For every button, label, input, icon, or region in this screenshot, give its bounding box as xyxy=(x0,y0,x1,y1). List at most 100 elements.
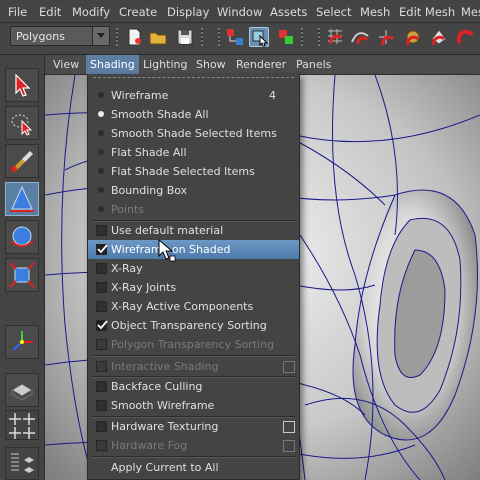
menu-item-smooth-wireframe[interactable]: Smooth Wireframe xyxy=(88,396,299,415)
snap-curve-icon[interactable] xyxy=(350,27,370,47)
checkmark-icon xyxy=(97,320,108,330)
panel-menu-shading[interactable]: Shading xyxy=(86,55,139,74)
menu-item-label: Hardware Texturing xyxy=(111,420,219,433)
menu-item-use-default-material[interactable]: Use default material xyxy=(88,221,299,240)
menu-modify[interactable]: Modify xyxy=(72,5,110,19)
menu-item-label: Flat Shade All xyxy=(111,146,187,159)
select-hierarchy-icon[interactable] xyxy=(225,27,245,47)
paint-select-tool-button[interactable] xyxy=(5,144,39,178)
status-line-toolbar: Polygons xyxy=(0,23,480,55)
select-object-icon[interactable] xyxy=(249,27,269,47)
radio-indicator xyxy=(98,206,104,212)
menu-item-interactive-shading: Interactive Shading xyxy=(88,357,299,376)
move-cone-icon xyxy=(10,185,34,212)
snap-grid-icon[interactable] xyxy=(325,27,345,47)
menu-item-flat-shade-all[interactable]: Flat Shade All xyxy=(88,143,299,162)
mouse-pointer-icon xyxy=(158,239,176,262)
open-scene-icon[interactable] xyxy=(148,27,168,47)
rotate-tool-button[interactable] xyxy=(5,220,39,254)
move-tool-button[interactable] xyxy=(5,182,39,216)
menu-item-label: Hardware Fog xyxy=(111,439,188,452)
menu-set-value: Polygons xyxy=(16,30,65,43)
menu-item-apply-current-to-all[interactable]: Apply Current to All xyxy=(88,458,299,477)
menu-item-flat-shade-selected[interactable]: Flat Shade Selected Items xyxy=(88,162,299,181)
menu-item-object-transparency-sorting[interactable]: Object Transparency Sorting xyxy=(88,316,299,335)
save-scene-icon[interactable] xyxy=(175,27,195,47)
menu-item-label: Backface Culling xyxy=(111,380,203,393)
menu-create[interactable]: Create xyxy=(119,5,157,19)
checkbox-unchecked xyxy=(96,381,107,392)
checkbox-disabled xyxy=(96,440,107,451)
radio-indicator xyxy=(98,130,104,136)
menu-display[interactable]: Display xyxy=(167,5,209,19)
history-icon[interactable] xyxy=(456,27,476,47)
scale-tool-button[interactable] xyxy=(5,258,39,292)
menu-item-x-ray-active-components[interactable]: X-Ray Active Components xyxy=(88,297,299,316)
menu-item-wireframe[interactable]: Wireframe 4 xyxy=(88,86,299,105)
checkbox-checked xyxy=(96,320,108,331)
checkbox-disabled xyxy=(96,361,107,372)
menu-select[interactable]: Select xyxy=(316,5,351,19)
option-box-icon xyxy=(283,440,295,452)
menu-item-backface-culling[interactable]: Backface Culling xyxy=(88,377,299,396)
menu-item-label: Apply Current to All xyxy=(111,461,219,474)
scale-cube-icon xyxy=(9,262,35,288)
main-menubar: File Edit Modify Create Display Window A… xyxy=(0,0,480,23)
layout-four-view-icon xyxy=(9,413,35,439)
panel-menu-show[interactable]: Show xyxy=(196,58,226,71)
menu-item-label: Wireframe xyxy=(111,89,169,102)
panel-menu-renderer[interactable]: Renderer xyxy=(236,58,286,71)
new-scene-icon[interactable] xyxy=(124,27,144,47)
outliner-layout-button[interactable] xyxy=(5,447,39,480)
arrow-cursor-icon xyxy=(15,73,31,97)
menu-item-smooth-shade-selected[interactable]: Smooth Shade Selected Items xyxy=(88,124,299,143)
menu-window[interactable]: Window xyxy=(217,5,262,19)
menu-item-x-ray-joints[interactable]: X-Ray Joints xyxy=(88,278,299,297)
menu-item-label: Use default material xyxy=(111,224,224,237)
make-live-icon[interactable] xyxy=(429,27,449,47)
toolbar-divider xyxy=(218,28,220,46)
menu-item-hardware-texturing[interactable]: Hardware Texturing xyxy=(88,417,299,436)
select-tool-button[interactable] xyxy=(5,68,39,102)
radio-indicator xyxy=(98,149,104,155)
menu-set-selector[interactable]: Polygons xyxy=(10,26,110,46)
panel-menu-lighting[interactable]: Lighting xyxy=(143,58,187,71)
four-view-layout-button[interactable] xyxy=(5,410,39,440)
shading-dropdown-menu: Wireframe 4 Smooth Shade All Smooth Shad… xyxy=(87,74,300,480)
show-manipulator-button[interactable] xyxy=(5,325,39,359)
menu-file[interactable]: File xyxy=(8,5,27,19)
menu-item-bounding-box[interactable]: Bounding Box xyxy=(88,181,299,200)
menu-item-polygon-transparency-sorting: Polygon Transparency Sorting xyxy=(88,335,299,354)
menu-assets[interactable]: Assets xyxy=(270,5,307,19)
checkbox-unchecked xyxy=(96,400,107,411)
select-component-icon[interactable] xyxy=(276,27,296,47)
panel-menu-view[interactable]: View xyxy=(53,58,79,71)
menu-item-points: Points xyxy=(88,200,299,219)
menu-mesh[interactable]: Mesh xyxy=(360,5,390,19)
snap-point-icon[interactable] xyxy=(376,27,396,47)
menu-item-smooth-shade-all[interactable]: Smooth Shade All xyxy=(88,105,299,124)
snap-view-plane-icon[interactable] xyxy=(403,27,423,47)
toolbar-divider xyxy=(116,28,118,46)
menu-item-label: X-Ray xyxy=(111,262,143,275)
checkbox-unchecked xyxy=(96,225,107,236)
menu-item-label: X-Ray Joints xyxy=(111,281,177,294)
menu-item-label: Smooth Wireframe xyxy=(111,399,215,412)
menu-mesh-tools[interactable]: Mesh xyxy=(461,5,480,19)
tool-box xyxy=(0,55,45,480)
panel-menu-panels[interactable]: Panels xyxy=(296,58,331,71)
single-perspective-layout-button[interactable] xyxy=(5,373,39,407)
menu-item-x-ray[interactable]: X-Ray xyxy=(88,259,299,278)
checkbox-disabled xyxy=(96,339,107,350)
option-box-icon[interactable] xyxy=(283,421,295,433)
tear-off-handle[interactable] xyxy=(93,77,294,81)
menu-item-wireframe-on-shaded[interactable]: Wireframe on Shaded xyxy=(88,240,299,259)
checkbox-unchecked xyxy=(96,301,107,312)
manipulator-icon xyxy=(12,331,33,351)
lasso-icon xyxy=(11,114,33,136)
chevron-down-icon xyxy=(92,27,109,45)
menu-item-label: Polygon Transparency Sorting xyxy=(111,338,275,351)
menu-edit-mesh[interactable]: Edit Mesh xyxy=(399,5,455,19)
lasso-tool-button[interactable] xyxy=(5,106,39,140)
menu-edit[interactable]: Edit xyxy=(39,5,61,19)
